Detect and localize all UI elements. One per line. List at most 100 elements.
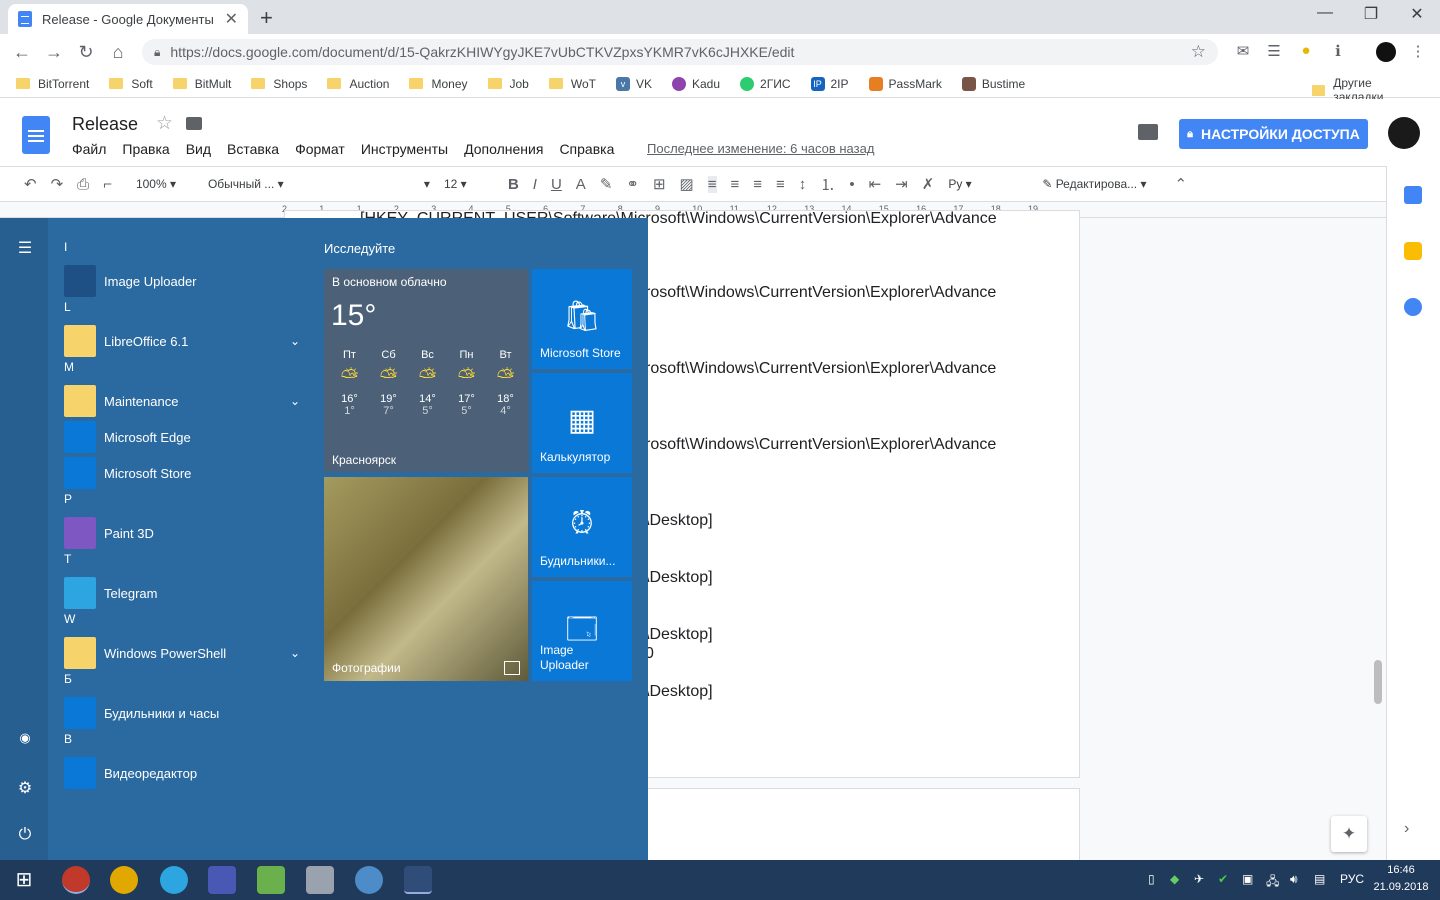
tab-close-icon[interactable]: ✕ — [225, 9, 238, 29]
taskbar-chrome-icon[interactable] — [62, 866, 90, 894]
bookmark-soft[interactable]: Soft — [109, 77, 153, 91]
maximize-button[interactable]: ❐ — [1356, 4, 1386, 24]
bookmark-vk[interactable]: v VK — [615, 76, 652, 91]
bookmark-2ip[interactable]: IP 2IP — [810, 76, 849, 91]
tray-network-icon[interactable]: 🖧︎ — [1266, 872, 1279, 893]
calendar-icon[interactable] — [1404, 186, 1422, 204]
home-icon[interactable]: ⌂ — [102, 42, 134, 63]
underline-icon[interactable]: U — [551, 176, 562, 193]
bookmark-passmark[interactable]: PassMark — [868, 76, 942, 91]
tray-shield-icon[interactable]: ✔ — [1218, 872, 1228, 886]
app-list-item[interactable]: LibreOffice 6.1 ⌄ — [64, 324, 304, 358]
mail-icon[interactable]: ✉ — [1233, 42, 1253, 60]
collapse-toolbar-icon[interactable]: ⌃ — [1174, 175, 1187, 193]
comments-icon[interactable] — [1138, 124, 1158, 140]
tray-telegram-icon[interactable]: ✈ — [1194, 872, 1204, 886]
bookmark-bitmult[interactable]: BitMult — [172, 77, 231, 91]
taskbar-telegram-icon[interactable] — [160, 866, 188, 894]
user-account-icon[interactable]: ◉ — [14, 730, 36, 746]
app-list-letter[interactable]: W — [64, 612, 75, 626]
bookmark-wot[interactable]: WoT — [548, 77, 596, 91]
power-icon[interactable]: ⏻ — [14, 826, 36, 844]
reload-icon[interactable]: ↻ — [70, 42, 102, 63]
bookmark-bustime[interactable]: Bustime — [961, 76, 1025, 91]
menu-file[interactable]: Файл — [72, 141, 106, 157]
align-right-icon[interactable]: ≡ — [753, 176, 762, 193]
line-spacing-icon[interactable]: ↕ — [799, 176, 807, 193]
undo-icon[interactable]: ↶ — [24, 175, 37, 193]
font-size-select[interactable]: 12 ▾ — [444, 177, 494, 191]
tray-volume-icon[interactable]: 🔊︎ — [1290, 872, 1298, 887]
tile-alarms[interactable]: ⏰︎ Будильники... — [532, 477, 632, 577]
align-center-icon[interactable]: ≡ — [731, 176, 740, 193]
decrease-indent-icon[interactable]: ⇤ — [869, 175, 882, 193]
app-list-letter[interactable]: P — [64, 492, 72, 506]
move-folder-icon[interactable] — [186, 117, 202, 130]
rss-icon[interactable]: ☰ — [1264, 42, 1284, 60]
weather-tile[interactable]: В основном облачно 15° Пт ⛅︎ 16° 1° Сб ⛅︎ 19° 7… — [324, 269, 528, 472]
tasks-icon[interactable] — [1404, 298, 1422, 316]
chevron-down-icon[interactable]: ⌄ — [290, 334, 300, 348]
bookmark-kadu[interactable]: Kadu — [672, 76, 720, 91]
bookmark-star-icon[interactable]: ☆ — [1191, 42, 1206, 62]
hamburger-icon[interactable]: ☰ — [14, 238, 36, 258]
app-list-letter[interactable]: L — [64, 300, 71, 314]
tile-calculator[interactable]: ▦ Калькулятор — [532, 373, 632, 473]
menu-edit[interactable]: Правка — [122, 141, 169, 157]
tray-flag-ru-icon[interactable]: ▤ — [1314, 872, 1325, 886]
app-list-letter[interactable]: В — [64, 732, 72, 746]
menu-format[interactable]: Формат — [295, 141, 345, 157]
taskbar-qbittorrent-icon[interactable] — [355, 866, 383, 894]
bookmark-2gis[interactable]: 2ГИС — [740, 76, 791, 91]
highlight-icon[interactable]: ✎ — [600, 175, 613, 193]
clear-format-icon[interactable]: ✗ — [922, 175, 935, 193]
bookmark-money[interactable]: Money — [409, 77, 468, 91]
tile-image-uploader[interactable]: 🗔︎ Image Uploader — [532, 581, 632, 681]
new-tab-button[interactable]: + — [260, 5, 280, 31]
last-edit-link[interactable]: Последнее изменение: 6 часов назад — [647, 141, 874, 156]
style-select[interactable]: Обычный ... ▾ — [208, 177, 304, 191]
italic-icon[interactable]: I — [533, 176, 537, 193]
numbered-list-icon[interactable]: ⒈ — [820, 174, 835, 195]
menu-help[interactable]: Справка — [559, 141, 614, 157]
align-left-icon[interactable]: ≡ — [707, 175, 717, 193]
address-bar[interactable]: 🔒︎ https://docs.google.com/document/d/15… — [142, 39, 1218, 65]
align-justify-icon[interactable]: ≡ — [776, 176, 785, 193]
print-icon[interactable]: ⎙ — [77, 176, 89, 193]
scrollbar-thumb[interactable] — [1374, 660, 1382, 704]
app-list-item[interactable]: Paint 3D — [64, 516, 304, 550]
link-icon[interactable]: ⚭ — [626, 175, 639, 193]
window-close-button[interactable]: ✕ — [1402, 4, 1432, 24]
minimize-button[interactable]: — — [1310, 4, 1340, 22]
tray-clock[interactable]: 16:46 21.09.2018 — [1370, 862, 1432, 896]
bold-icon[interactable]: B — [508, 176, 519, 193]
editing-mode-select[interactable]: ✎ Редактирова... ▾ — [1042, 177, 1146, 191]
keep-icon[interactable] — [1404, 242, 1422, 260]
browser-tab[interactable]: Release - Google Документы ✕ — [8, 4, 248, 34]
account-avatar[interactable] — [1388, 117, 1420, 149]
paint-format-icon[interactable]: ⌐ — [103, 176, 112, 193]
add-comment-icon[interactable]: ⊞ — [653, 175, 666, 193]
chevron-down-icon[interactable]: ⌄ — [290, 646, 300, 660]
info-icon[interactable]: ℹ — [1328, 42, 1348, 60]
app-list-item[interactable]: Будильники и часы — [64, 696, 304, 730]
zoom-select[interactable]: 100% ▾ — [136, 177, 194, 191]
app-list-item[interactable]: Maintenance ⌄ — [64, 384, 304, 418]
app-list-letter[interactable]: Б — [64, 672, 72, 686]
font-select[interactable]: ▾ — [318, 177, 430, 191]
taskbar-save-icon[interactable] — [208, 866, 236, 894]
redo-icon[interactable]: ↷ — [51, 175, 64, 193]
app-list-item[interactable]: Image Uploader — [64, 264, 304, 298]
bulb-icon[interactable]: ● — [1296, 42, 1316, 59]
app-list-item[interactable]: Windows PowerShell ⌄ — [64, 636, 304, 670]
tray-app2-icon[interactable]: ▣ — [1242, 872, 1253, 886]
profile-avatar[interactable] — [1376, 42, 1396, 62]
image-icon[interactable]: ▨ — [680, 175, 694, 193]
explore-icon[interactable]: ✦ — [1331, 816, 1367, 852]
app-list-item[interactable]: Microsoft Store — [64, 456, 304, 490]
bookmark-bittorrent[interactable]: BitTorrent — [16, 77, 89, 91]
app-list-letter[interactable]: I — [64, 240, 67, 254]
menu-kebab-icon[interactable]: ⋮ — [1408, 42, 1428, 60]
taskbar-chrome-2-icon[interactable] — [110, 866, 138, 894]
back-icon[interactable]: ← — [6, 42, 38, 63]
